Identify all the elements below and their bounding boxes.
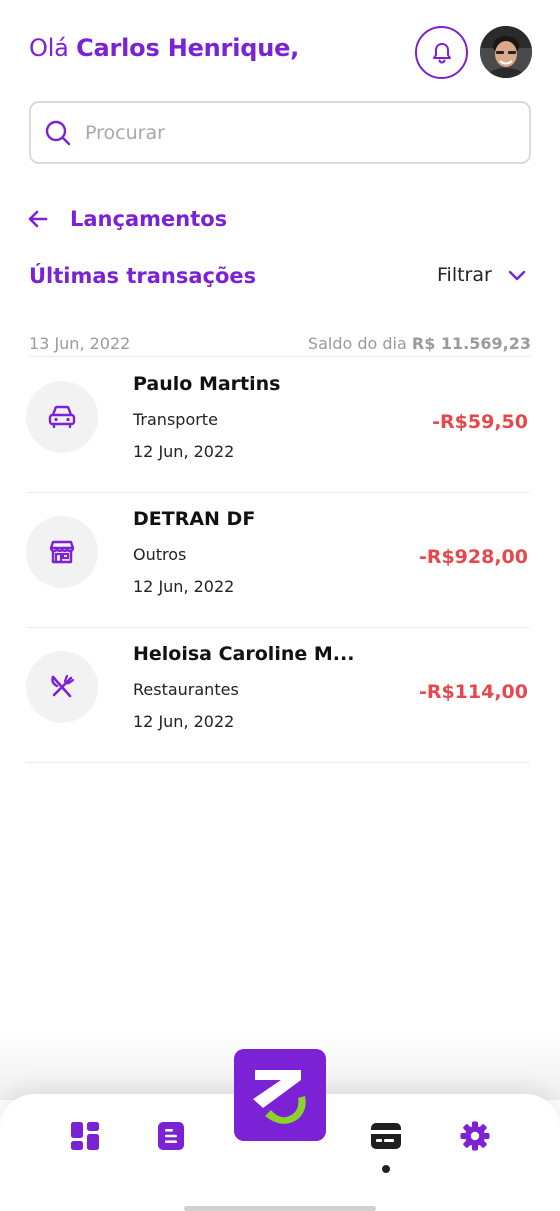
- filter-button[interactable]: Filtrar: [437, 264, 526, 286]
- car-icon: [48, 405, 76, 429]
- nav-settings[interactable]: [459, 1120, 491, 1152]
- app-logo: [253, 1070, 306, 1124]
- nav-cards[interactable]: [370, 1120, 402, 1152]
- arrow-left-icon[interactable]: [28, 210, 48, 228]
- day-date: 13 Jun, 2022: [29, 333, 131, 353]
- search-input[interactable]: [85, 121, 485, 144]
- greeting-prefix: Olá: [29, 34, 69, 62]
- active-nav-indicator: [382, 1165, 390, 1173]
- settings-icon: [460, 1121, 490, 1151]
- card-icon: [371, 1123, 401, 1149]
- transaction-name: DETRAN DF: [133, 508, 256, 530]
- day-balance-label: Saldo do dia: [307, 333, 407, 353]
- notifications-button[interactable]: [415, 26, 468, 79]
- chevron-down-icon: [508, 270, 526, 280]
- app-screen: Olá Carlos Henrique, L: [0, 0, 560, 1211]
- dashboard-icon: [71, 1122, 99, 1150]
- filter-label: Filtrar: [437, 264, 492, 286]
- transaction-category: Restaurantes: [133, 680, 239, 699]
- transaction-name: Paulo Martins: [133, 373, 281, 395]
- nav-documents[interactable]: [155, 1120, 187, 1152]
- section-subtitle: Últimas transações: [29, 264, 257, 288]
- transaction-category: Outros: [133, 545, 187, 564]
- transaction-amount: -R$928,00: [418, 546, 528, 568]
- transaction-icon-circle: [26, 381, 98, 453]
- day-balance: Saldo do dia R$ 11.569,23: [308, 334, 531, 353]
- transaction-date: 12 Jun, 2022: [133, 442, 235, 461]
- user-name: Carlos Henrique,: [76, 34, 300, 62]
- greeting: Olá Carlos Henrique,: [29, 34, 299, 62]
- transaction-icon-circle: [26, 516, 98, 588]
- transaction-date: 12 Jun, 2022: [133, 712, 235, 731]
- bell-icon: [432, 42, 451, 64]
- avatar-image: [480, 26, 532, 78]
- transaction-name: Heloisa Caroline M...: [133, 643, 355, 665]
- transaction-icon-circle: [26, 651, 98, 723]
- section-header: Lançamentos: [28, 204, 227, 234]
- transaction-item[interactable]: Heloisa Caroline M... Restaurantes 12 Ju…: [26, 628, 530, 763]
- day-balance-value: R$ 11.569,23: [411, 333, 531, 353]
- store-icon: [49, 540, 75, 564]
- home-indicator: [184, 1206, 376, 1211]
- document-icon: [158, 1122, 184, 1150]
- transaction-date: 12 Jun, 2022: [133, 577, 235, 596]
- transaction-item[interactable]: Paulo Martins Transporte 12 Jun, 2022 -R…: [26, 358, 530, 493]
- search-bar[interactable]: [29, 101, 531, 164]
- transaction-category: Transporte: [133, 410, 218, 429]
- user-avatar[interactable]: [480, 26, 532, 78]
- page-title: Lançamentos: [70, 207, 228, 231]
- day-summary: 13 Jun, 2022 Saldo do dia R$ 11.569,23: [29, 330, 531, 357]
- transaction-item[interactable]: DETRAN DF Outros 12 Jun, 2022 -R$928,00: [26, 493, 530, 628]
- search-icon: [45, 120, 71, 145]
- nav-dashboard[interactable]: [69, 1120, 101, 1152]
- fork-knife-icon: [51, 674, 75, 698]
- transaction-amount: -R$114,00: [418, 681, 528, 703]
- transaction-amount: -R$59,50: [432, 411, 528, 433]
- app-logo-button[interactable]: [234, 1049, 326, 1141]
